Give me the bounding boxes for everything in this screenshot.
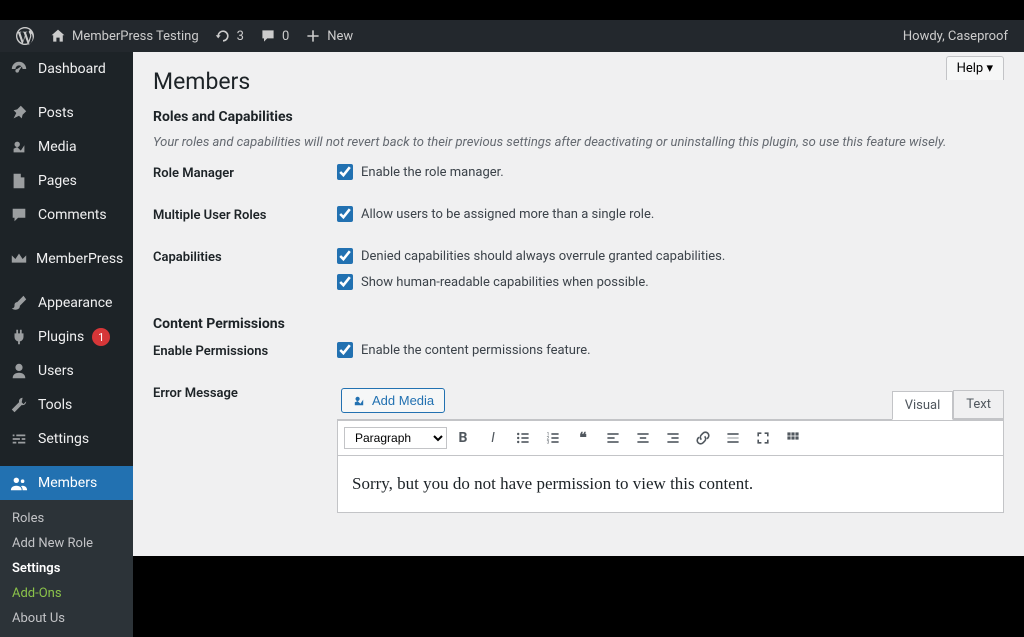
new-content[interactable]: New bbox=[297, 28, 361, 44]
comments-bubble[interactable]: 0 bbox=[252, 28, 297, 44]
menu-members[interactable]: Members bbox=[0, 466, 133, 500]
role-manager-checkbox[interactable]: Enable the role manager. bbox=[337, 164, 1004, 180]
site-title-label: MemberPress Testing bbox=[72, 29, 199, 44]
comment-icon bbox=[10, 206, 30, 224]
members-icon bbox=[10, 474, 30, 492]
submenu-add-role[interactable]: Add New Role bbox=[0, 531, 133, 556]
media-icon bbox=[10, 138, 30, 156]
plus-icon bbox=[305, 28, 321, 44]
updates[interactable]: 3 bbox=[207, 28, 252, 44]
admin-bar: MemberPress Testing 3 0 New Howdy, Casep… bbox=[0, 20, 1024, 52]
italic-button[interactable]: I bbox=[479, 425, 507, 451]
comment-icon bbox=[260, 28, 276, 44]
align-center-button[interactable] bbox=[629, 425, 657, 451]
menu-users[interactable]: Users bbox=[0, 354, 133, 388]
menu-posts[interactable]: Posts bbox=[0, 96, 133, 130]
menu-pages[interactable]: Pages bbox=[0, 164, 133, 198]
plug-icon bbox=[10, 328, 30, 346]
help-tab[interactable]: Help ▾ bbox=[946, 56, 1004, 80]
wrench-icon bbox=[10, 396, 30, 414]
menu-dashboard[interactable]: Dashboard bbox=[0, 52, 133, 86]
multi-roles-checkbox[interactable]: Allow users to be assigned more than a s… bbox=[337, 206, 1004, 222]
comments-count: 0 bbox=[282, 29, 289, 44]
updates-count: 3 bbox=[237, 29, 244, 44]
pin-icon bbox=[10, 104, 30, 122]
update-icon bbox=[215, 28, 231, 44]
menu-settings[interactable]: Settings bbox=[0, 422, 133, 456]
memberpress-icon bbox=[10, 250, 28, 268]
submenu-about[interactable]: About Us bbox=[0, 606, 133, 631]
media-icon bbox=[352, 394, 366, 408]
denied-caps-checkbox[interactable]: Denied capabilities should always overru… bbox=[337, 248, 1004, 264]
dashboard-icon bbox=[10, 60, 30, 78]
plugins-badge: 1 bbox=[92, 328, 110, 346]
align-left-button[interactable] bbox=[599, 425, 627, 451]
readable-caps-checkbox[interactable]: Show human-readable capabilities when po… bbox=[337, 274, 1004, 290]
align-right-button[interactable] bbox=[659, 425, 687, 451]
howdy-label: Howdy, Caseproof bbox=[903, 29, 1008, 44]
section-content-perms-title: Content Permissions bbox=[153, 316, 1004, 332]
bold-button[interactable]: B bbox=[449, 425, 477, 451]
submenu-roles[interactable]: Roles bbox=[0, 506, 133, 531]
visual-tab[interactable]: Visual bbox=[892, 391, 954, 420]
menu-comments[interactable]: Comments bbox=[0, 198, 133, 232]
admin-sidebar: Dashboard Posts Media Pages Comments Mem… bbox=[0, 52, 133, 556]
role-manager-label: Role Manager bbox=[153, 164, 337, 181]
menu-media[interactable]: Media bbox=[0, 130, 133, 164]
my-account[interactable]: Howdy, Caseproof bbox=[895, 29, 1016, 44]
members-submenu: Roles Add New Role Settings Add-Ons Abou… bbox=[0, 500, 133, 637]
site-name[interactable]: MemberPress Testing bbox=[42, 28, 207, 44]
format-select[interactable]: Paragraph bbox=[344, 427, 447, 449]
readmore-button[interactable] bbox=[719, 425, 747, 451]
add-media-button[interactable]: Add Media bbox=[341, 388, 445, 413]
svg-text:3: 3 bbox=[547, 440, 550, 446]
bullet-list-button[interactable] bbox=[509, 425, 537, 451]
page-icon bbox=[10, 172, 30, 190]
brush-icon bbox=[10, 294, 30, 312]
section-roles-title: Roles and Capabilities bbox=[153, 109, 1004, 125]
enable-perms-label: Enable Permissions bbox=[153, 342, 337, 359]
error-msg-label: Error Message bbox=[153, 384, 337, 401]
fullscreen-button[interactable] bbox=[749, 425, 777, 451]
editor-toolbar: Paragraph B I 123 ❝ bbox=[338, 420, 1003, 456]
editor-content[interactable]: Sorry, but you do not have permission to… bbox=[338, 456, 1003, 512]
wp-logo[interactable] bbox=[8, 27, 42, 45]
wordpress-icon bbox=[16, 27, 34, 45]
new-label: New bbox=[327, 29, 353, 44]
home-icon bbox=[50, 28, 66, 44]
multi-roles-label: Multiple User Roles bbox=[153, 206, 337, 223]
sliders-icon bbox=[10, 430, 30, 448]
numbered-list-button[interactable]: 123 bbox=[539, 425, 567, 451]
enable-perms-checkbox[interactable]: Enable the content permissions feature. bbox=[337, 342, 1004, 358]
submenu-addons[interactable]: Add-Ons bbox=[0, 581, 133, 606]
content-area: Help ▾ Members Roles and Capabilities Yo… bbox=[133, 52, 1024, 556]
menu-memberpress[interactable]: MemberPress bbox=[0, 242, 133, 276]
page-title: Members bbox=[153, 68, 1004, 95]
menu-tools[interactable]: Tools bbox=[0, 388, 133, 422]
menu-plugins[interactable]: Plugins1 bbox=[0, 320, 133, 354]
link-button[interactable] bbox=[689, 425, 717, 451]
user-icon bbox=[10, 362, 30, 380]
dropdown-icon: ▾ bbox=[986, 61, 993, 76]
text-tab[interactable]: Text bbox=[953, 390, 1004, 419]
section-roles-desc: Your roles and capabilities will not rev… bbox=[153, 135, 1004, 150]
menu-appearance[interactable]: Appearance bbox=[0, 286, 133, 320]
quote-button[interactable]: ❝ bbox=[569, 425, 597, 451]
submenu-settings[interactable]: Settings bbox=[0, 556, 133, 581]
toolbar-toggle-button[interactable] bbox=[779, 425, 807, 451]
capabilities-label: Capabilities bbox=[153, 248, 337, 265]
